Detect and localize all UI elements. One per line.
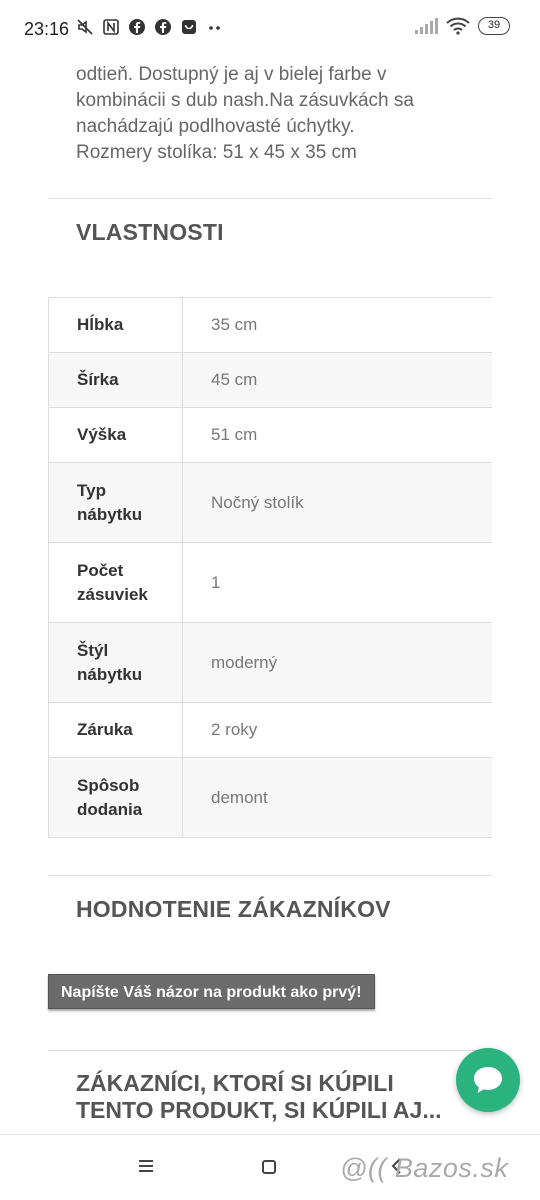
chat-bubble-icon <box>474 1067 502 1093</box>
battery-indicator: 39 <box>478 17 510 35</box>
notification-icons <box>76 18 224 36</box>
description-line: Rozmery stolíka: 51 x 45 x 35 cm <box>76 142 357 163</box>
more-notifications-icon <box>209 26 220 30</box>
property-value: 45 cm <box>182 352 492 408</box>
facebook-icon-2 <box>155 19 171 35</box>
property-name: Počet zásuviek <box>48 542 183 623</box>
also-bought-title: ZÁKAZNÍCI, KTORÍ SI KÚPILI TENTO PRODUKT… <box>76 1070 442 1123</box>
bazos-watermark: @(( Bazos.sk <box>340 1153 509 1183</box>
property-value: 35 cm <box>182 297 492 353</box>
property-name: Šírka <box>48 352 183 408</box>
property-name: Spôsob dodania <box>48 757 183 838</box>
recent-apps-icon[interactable] <box>138 1159 154 1173</box>
description-line: kombinácii s dub nash.Na zásuvkách sa <box>76 90 414 111</box>
description-line: nachádzajú podlhovasté úchytky. <box>76 116 355 137</box>
nfc-icon <box>103 19 119 35</box>
status-time: 23:16 <box>24 19 70 39</box>
home-icon[interactable] <box>262 1160 276 1174</box>
system-nav-bar: @(( Bazos.sk <box>0 1134 540 1200</box>
property-name: Hĺbka <box>48 297 183 353</box>
section-divider <box>48 198 492 199</box>
property-value: 2 roky <box>182 702 492 758</box>
table-row: Typ nábytku Nočný stolík <box>48 462 492 543</box>
property-name: Typ nábytku <box>48 462 183 543</box>
property-value: demont <box>182 757 492 838</box>
mute-icon <box>77 19 93 35</box>
table-row: Počet zásuviek 1 <box>48 542 492 623</box>
table-row: Šírka 45 cm <box>48 352 492 408</box>
property-name: Záruka <box>48 702 183 758</box>
properties-title: VLASTNOSTI <box>76 219 224 245</box>
property-name: Štýl nábytku <box>48 622 183 703</box>
signal-icon <box>415 18 438 34</box>
property-value: 1 <box>182 542 492 623</box>
property-name: Výška <box>48 407 183 463</box>
property-value: Nočný stolík <box>182 462 492 543</box>
property-value: moderný <box>182 622 492 703</box>
table-row: Hĺbka 35 cm <box>48 297 492 353</box>
table-row: Spôsob dodania demont <box>48 757 492 838</box>
status-bar: 23:16 39 <box>0 0 540 58</box>
section-divider <box>48 875 492 876</box>
property-value: 51 cm <box>182 407 492 463</box>
wifi-icon <box>446 17 470 35</box>
reviews-title: HODNOTENIE ZÁKAZNÍKOV <box>76 896 391 922</box>
write-review-button[interactable]: Napíšte Váš názor na produkt ako prvý! <box>48 974 375 1009</box>
table-row: Štýl nábytku moderný <box>48 622 492 703</box>
shopping-bag-icon <box>182 20 196 34</box>
system-icons: 39 <box>414 17 510 35</box>
description-line: odtieň. Dostupný je aj v bielej farbe v <box>76 64 387 85</box>
properties-table: Hĺbka 35 cm Šírka 45 cm Výška 51 cm Typ náb… <box>48 297 492 838</box>
table-row: Výška 51 cm <box>48 407 492 463</box>
chat-button[interactable] <box>456 1048 520 1112</box>
facebook-icon <box>129 19 145 35</box>
table-row: Záruka 2 roky <box>48 702 492 758</box>
section-divider <box>48 1050 492 1051</box>
